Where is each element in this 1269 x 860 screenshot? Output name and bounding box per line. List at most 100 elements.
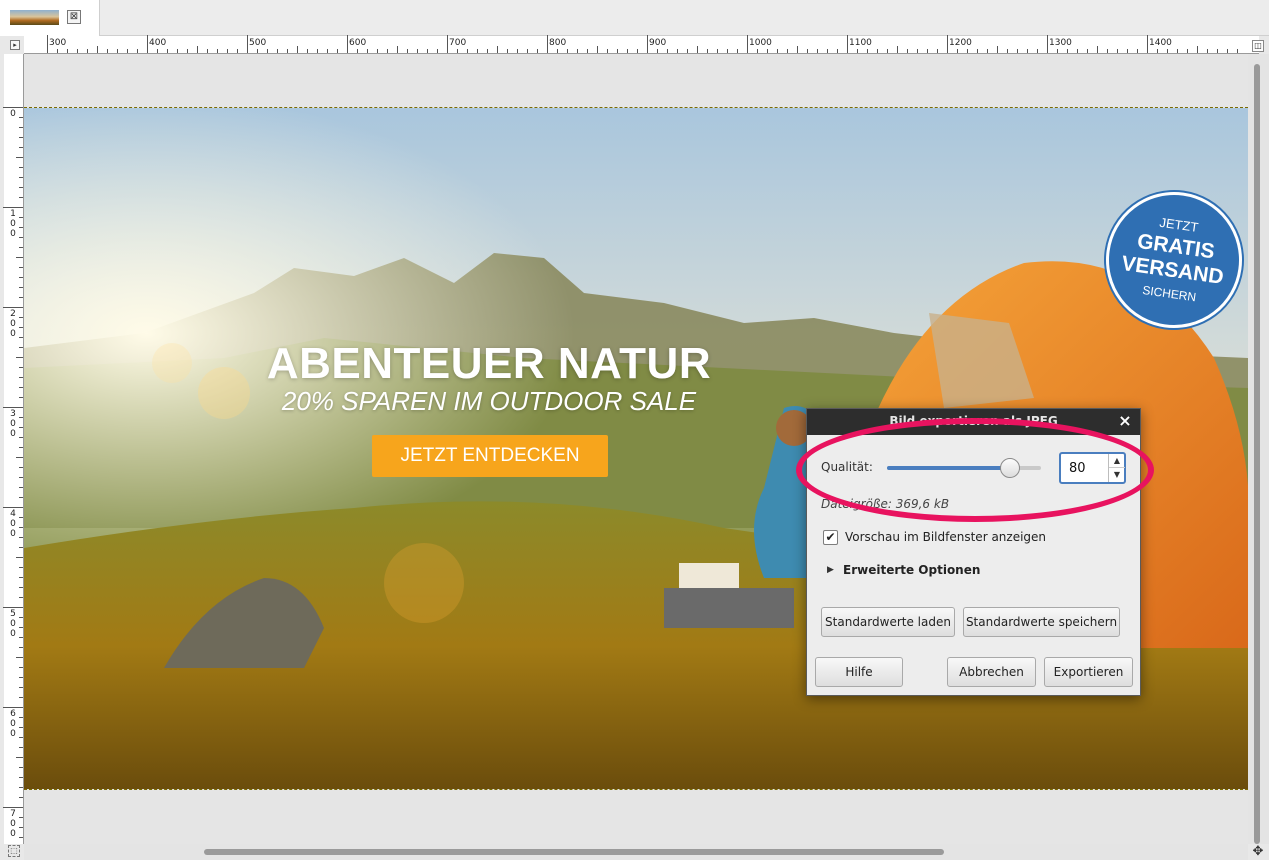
ruler-minor-tick [787,49,788,53]
ruler-minor-tick [1217,49,1218,53]
ruler-major-tick [247,35,248,53]
vertical-scrollbar[interactable] [1248,54,1269,844]
ruler-minor-tick [127,49,128,53]
ruler-minor-tick [257,49,258,53]
ruler-minor-tick [1097,46,1098,53]
ruler-minor-tick [1227,49,1228,53]
ruler-minor-tick [487,49,488,53]
ruler-minor-tick [627,49,628,53]
ruler-minor-tick [407,49,408,53]
ruler-minor-tick [19,597,23,598]
ruler-minor-tick [19,227,23,228]
banner-cta-button: JETZT ENTDECKEN [372,435,608,477]
ruler-label: 600 [349,38,367,48]
ruler-minor-tick [19,217,23,218]
ruler-minor-tick [1057,49,1058,53]
ruler-label: 1300 [1049,38,1072,48]
ruler-minor-tick [1087,49,1088,53]
close-icon[interactable]: × [1116,412,1134,430]
image-tab-bar: ⊠ [0,0,1269,36]
ruler-minor-tick [19,777,23,778]
help-button[interactable]: Hilfe [815,657,903,687]
ruler-minor-tick [19,467,23,468]
horizontal-ruler[interactable]: 300 400 500 600 700 800 900 1000 1100 1200 1300 140… [24,35,1259,54]
save-defaults-button[interactable]: Standardwerte speichern [963,607,1120,637]
ruler-minor-tick [507,49,508,53]
image-tab[interactable]: ⊠ [0,0,100,36]
ruler-minor-tick [1137,49,1138,53]
horizontal-scrollbar[interactable] [24,844,1248,860]
ruler-major-tick [1147,35,1148,53]
ruler-minor-tick [16,157,23,158]
vertical-ruler[interactable]: 0 100 200 300 400 500 600 700 [3,54,24,844]
load-defaults-button[interactable]: Standardwerte laden [821,607,955,637]
ruler-minor-tick [817,49,818,53]
ruler-minor-tick [19,377,23,378]
ruler-minor-tick [767,49,768,53]
ruler-label: 400 [10,509,16,539]
preview-checkbox-label[interactable]: Vorschau im Bildfenster anzeigen [845,530,1046,544]
ruler-minor-tick [107,49,108,53]
ruler-minor-tick [187,49,188,53]
horizontal-scroll-thumb[interactable] [204,849,944,855]
ruler-minor-tick [587,49,588,53]
ruler-minor-tick [427,49,428,53]
expander-arrow-icon[interactable]: ▶ [827,565,834,575]
ruler-label: 300 [49,38,67,48]
ruler-minor-tick [907,49,908,53]
ruler-label: 700 [10,809,16,839]
ruler-minor-tick [19,577,23,578]
ruler-minor-tick [1177,49,1178,53]
preview-checkbox[interactable]: ✔ [823,530,838,545]
ruler-minor-tick [19,547,23,548]
ruler-minor-tick [537,49,538,53]
ruler-minor-tick [287,49,288,53]
ruler-minor-tick [19,197,23,198]
ruler-major-tick [947,35,948,53]
ruler-minor-tick [19,727,23,728]
ruler-minor-tick [857,49,858,53]
image-thumbnail-icon [10,10,59,25]
ruler-minor-tick [1077,49,1078,53]
highlight-ellipse [796,418,1154,522]
close-tab-icon[interactable]: ⊠ [67,10,81,24]
ruler-minor-tick [157,49,158,53]
quick-mask-icon[interactable]: ⬚ [8,845,20,857]
ruler-minor-tick [19,497,23,498]
ruler-minor-tick [19,277,23,278]
ruler-minor-tick [937,49,938,53]
ruler-minor-tick [837,49,838,53]
banner-subline: 20% SPAREN IM OUTDOOR SALE [281,386,697,416]
ruler-label: 300 [10,409,16,439]
ruler-minor-tick [16,757,23,758]
ruler-minor-tick [16,357,23,358]
ruler-label: 500 [249,38,267,48]
ruler-minor-tick [19,767,23,768]
ruler-minor-tick [57,49,58,53]
export-button[interactable]: Exportieren [1044,657,1133,687]
zoom-fit-icon[interactable]: ◫ [1252,40,1264,52]
ruler-menu-icon[interactable]: ▸ [10,40,20,50]
ruler-minor-tick [727,49,728,53]
advanced-options-expander[interactable]: Erweiterte Optionen [843,563,980,577]
ruler-minor-tick [367,49,368,53]
ruler-minor-tick [97,46,98,53]
ruler-minor-tick [1157,49,1158,53]
ruler-minor-tick [387,49,388,53]
vertical-scroll-thumb[interactable] [1254,64,1260,844]
ruler-minor-tick [1237,49,1238,53]
ruler-major-tick [47,35,48,53]
ruler-minor-tick [707,49,708,53]
ruler-label: 100 [10,209,16,239]
ruler-minor-tick [357,49,358,53]
cancel-button[interactable]: Abbrechen [947,657,1036,687]
ruler-minor-tick [19,317,23,318]
ruler-minor-tick [417,49,418,53]
ruler-minor-tick [1017,49,1018,53]
ruler-minor-tick [19,187,23,188]
navigate-icon[interactable]: ✥ [1250,844,1266,860]
ruler-minor-tick [557,49,558,53]
ruler-minor-tick [317,49,318,53]
ruler-minor-tick [477,49,478,53]
ruler-minor-tick [877,49,878,53]
